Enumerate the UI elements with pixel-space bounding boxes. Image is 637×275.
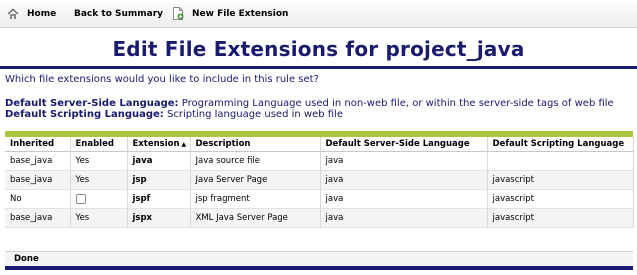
col-header-server-language[interactable]: Default Server-Side Language [320,137,488,152]
table-row[interactable]: base_java Yes jsp Java Server Page java … [5,170,634,190]
cell-scripting-language: javascript [487,170,634,190]
cell-inherited: base_java [5,170,71,190]
home-button[interactable]: Home [7,0,56,27]
table-header-row: Inherited Enabled Extension ▲ Description… [5,137,634,152]
cell-scripting-language [487,151,634,171]
cell-extension: jspx [127,208,191,228]
scripting-term: Default Scripting Language: [5,109,164,120]
cell-enabled: Yes [70,208,128,228]
cell-enabled [70,189,128,209]
house-icon [7,7,19,19]
table-row[interactable]: base_java Yes jspx XML Java Server Page … [5,208,634,228]
bottom-divider [5,266,633,270]
new-file-extension-button[interactable]: New File Extension [172,0,288,27]
extensions-table: Inherited Enabled Extension ▲ Description… [5,137,634,228]
cell-extension: java [127,151,191,171]
cell-server-language: java [320,170,488,190]
cell-extension: jsp [127,170,191,190]
server-side-definition: Default Server-Side Language: Programmin… [5,98,614,109]
back-to-summary-button[interactable]: Back to Summary [74,0,163,27]
cell-description: XML Java Server Page [190,208,321,228]
extensions-table-panel: Inherited Enabled Extension ▲ Description… [5,131,634,266]
home-label: Home [27,8,57,19]
col-header-extension[interactable]: Extension ▲ [127,137,191,152]
col-header-enabled[interactable]: Enabled [70,137,128,152]
col-header-inherited[interactable]: Inherited [5,137,71,152]
cell-server-language: java [320,151,488,171]
col-header-description[interactable]: Description [190,137,321,152]
table-row[interactable]: base_java Yes java Java source file java [5,151,634,171]
cell-scripting-language: javascript [487,189,634,209]
back-to-summary-label: Back to Summary [74,8,164,19]
server-side-description: Programming Language used in non-web fil… [181,98,614,109]
table-footer: Done [5,251,633,266]
done-button[interactable]: Done [14,254,39,264]
new-file-extension-label: New File Extension [192,8,289,19]
toolbar: Home Back to Summary New File Extension [0,0,637,28]
col-header-scripting-language[interactable]: Default Scripting Language [487,137,634,152]
cell-inherited: base_java [5,208,71,228]
cell-extension: jspf [127,189,191,209]
instructions-text: Which file extensions would you like to … [5,74,319,85]
cell-server-language: java [320,189,488,209]
server-side-term: Default Server-Side Language: [5,98,179,109]
scripting-definition: Default Scripting Language: Scripting la… [5,109,343,120]
cell-inherited: No [5,189,71,209]
cell-server-language: java [320,208,488,228]
enabled-checkbox[interactable] [75,193,86,204]
cell-enabled: Yes [70,151,128,171]
title-divider [0,66,637,69]
sort-ascending-icon: ▲ [181,141,187,148]
scripting-description: Scripting language used in web file [167,109,343,120]
cell-enabled: Yes [70,170,128,190]
cell-inherited: base_java [5,151,71,171]
new-file-icon [173,7,184,20]
cell-description: Java source file [190,151,321,171]
cell-description: jsp fragment [190,189,321,209]
cell-scripting-language: javascript [487,208,634,228]
cell-description: Java Server Page [190,170,321,190]
table-row[interactable]: No jspf jsp fragment java javascript [5,189,634,209]
page-title: Edit File Extensions for project_java [112,37,525,61]
